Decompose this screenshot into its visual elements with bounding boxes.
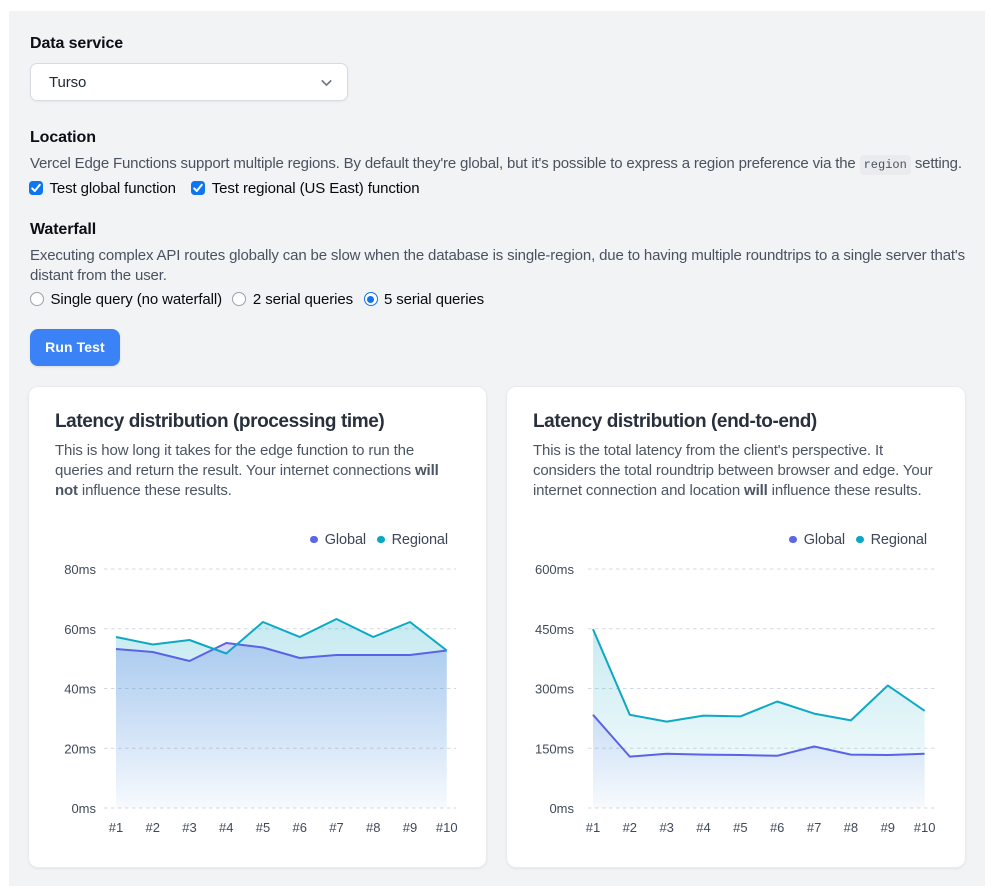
svg-text:600ms: 600ms: [535, 562, 575, 577]
svg-text:#1: #1: [586, 820, 600, 835]
svg-text:#4: #4: [219, 820, 233, 835]
svg-text:#7: #7: [807, 820, 821, 835]
svg-text:#6: #6: [770, 820, 784, 835]
svg-text:40ms: 40ms: [64, 682, 96, 697]
svg-text:450ms: 450ms: [535, 622, 575, 637]
svg-text:#10: #10: [914, 820, 936, 835]
svg-text:#3: #3: [659, 820, 673, 835]
svg-text:150ms: 150ms: [535, 741, 575, 756]
svg-text:#3: #3: [182, 820, 196, 835]
svg-text:20ms: 20ms: [64, 741, 96, 756]
svg-text:#7: #7: [329, 820, 343, 835]
svg-text:60ms: 60ms: [64, 622, 96, 637]
svg-text:#10: #10: [436, 820, 458, 835]
svg-text:#8: #8: [844, 820, 858, 835]
svg-text:300ms: 300ms: [535, 682, 575, 697]
svg-text:#9: #9: [403, 820, 417, 835]
svg-text:#5: #5: [733, 820, 747, 835]
svg-text:#9: #9: [881, 820, 895, 835]
svg-text:#2: #2: [146, 820, 160, 835]
svg-text:#1: #1: [109, 820, 123, 835]
svg-text:#4: #4: [696, 820, 710, 835]
svg-text:#8: #8: [366, 820, 380, 835]
svg-text:0ms: 0ms: [71, 801, 96, 816]
svg-text:#5: #5: [256, 820, 270, 835]
svg-text:0ms: 0ms: [549, 801, 574, 816]
svg-text:#6: #6: [293, 820, 307, 835]
svg-text:80ms: 80ms: [64, 562, 96, 577]
svg-text:#2: #2: [623, 820, 637, 835]
